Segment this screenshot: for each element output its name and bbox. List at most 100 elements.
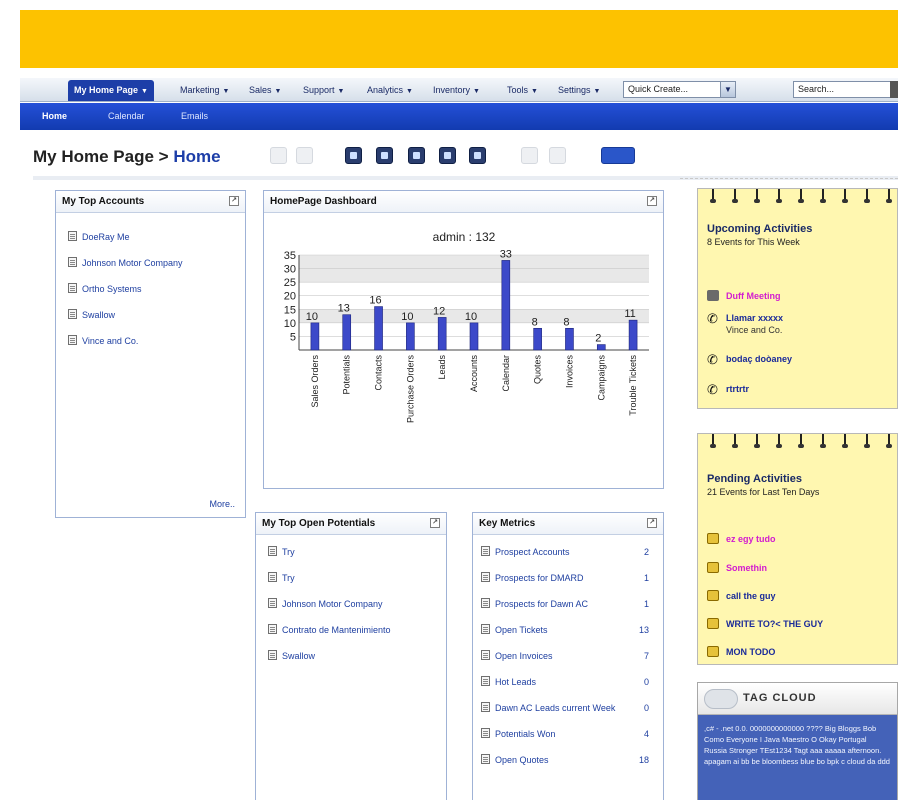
add-icon[interactable]	[270, 147, 287, 164]
list-item[interactable]: Try	[268, 539, 446, 565]
document-icon	[481, 598, 490, 608]
menu-marketing[interactable]: Marketing ▼	[174, 80, 235, 101]
document-icon	[481, 624, 490, 634]
menu-inventory[interactable]: Inventory ▼	[427, 80, 486, 101]
chat-icon[interactable]	[439, 147, 456, 164]
ring-icon	[710, 434, 716, 448]
task-icon	[707, 533, 719, 544]
upcoming-title: Upcoming Activities	[707, 223, 813, 235]
menu-tools[interactable]: Tools ▼	[501, 80, 544, 101]
metric-row[interactable]: Prospects for Dawn AC 1	[481, 591, 663, 617]
category-label: Leads	[437, 355, 447, 380]
maximize-icon[interactable]: ↗	[229, 196, 239, 206]
list-item[interactable]: Swallow	[268, 643, 446, 669]
search-button[interactable]	[890, 81, 898, 98]
calendar-icon[interactable]	[345, 147, 362, 164]
list-item[interactable]: Vince and Co.	[68, 328, 245, 354]
document-icon	[68, 335, 77, 345]
metric-row[interactable]: Open Invoices 7	[481, 643, 663, 669]
tag-cloud-text[interactable]: ,c# - .net 0.0. 0000000000000 ???? Big B…	[698, 715, 897, 800]
activity-item[interactable]: MON TODO	[707, 646, 775, 657]
ring-icon	[820, 434, 826, 448]
document-icon	[481, 676, 490, 686]
task-icon	[707, 562, 719, 573]
y-tick-label: 20	[284, 291, 296, 303]
list-item[interactable]: Try	[268, 565, 446, 591]
activity-item[interactable]: Duff Meeting	[707, 290, 781, 301]
metric-row[interactable]: Hot Leads 0	[481, 669, 663, 695]
subnav-emails[interactable]: Emails	[181, 103, 208, 130]
menu-sales[interactable]: Sales ▼	[243, 80, 287, 101]
ring-icon	[820, 189, 826, 203]
portlet-header: My Top Open Potentials ↗	[256, 513, 446, 535]
list-item[interactable]: Johnson Motor Company	[268, 591, 446, 617]
import-icon[interactable]	[521, 147, 538, 164]
ring-icon	[732, 189, 738, 203]
metric-row[interactable]: Prospect Accounts 2	[481, 539, 663, 565]
calculator-icon[interactable]	[408, 147, 425, 164]
y-tick-label: 30	[284, 264, 296, 276]
pending-activities-notepad: Pending Activities 21 Events for Last Te…	[697, 433, 898, 665]
activity-item[interactable]: call the guy	[707, 590, 776, 601]
main-menu-bar: My Home Page ▼ Marketing ▼ Sales ▼ Support ▼…	[20, 78, 898, 102]
list-item[interactable]: Johnson Motor Company	[68, 250, 245, 276]
tag-cloud-panel: TAG CLOUD ,c# - .net 0.0. 0000000000000 …	[697, 682, 898, 800]
document-icon	[481, 754, 490, 764]
bar	[628, 319, 638, 351]
metric-row[interactable]: Open Quotes 18	[481, 747, 663, 773]
metric-row[interactable]: Open Tickets 13	[481, 617, 663, 643]
subnav-calendar[interactable]: Calendar	[108, 103, 145, 130]
page-title: My Home Page > Home	[33, 147, 221, 166]
list-item[interactable]: Ortho Systems	[68, 276, 245, 302]
maximize-icon[interactable]: ↗	[647, 518, 657, 528]
category-label: Purchase Orders	[405, 355, 415, 424]
menu-support[interactable]: Support ▼	[297, 80, 350, 101]
activity-item[interactable]: Somethin	[707, 562, 767, 573]
activity-item[interactable]: bodaç doòaney	[707, 354, 792, 365]
search-icon[interactable]	[296, 147, 313, 164]
category-label: Quotes	[533, 355, 543, 385]
ring-icon	[842, 189, 848, 203]
bar	[374, 306, 383, 351]
metric-row[interactable]: Prospects for DMARD 1	[481, 565, 663, 591]
notepad-rings	[698, 189, 897, 205]
document-icon	[481, 572, 490, 582]
open-potentials-portlet: My Top Open Potentials ↗ Try Try Johnson …	[255, 512, 447, 800]
maximize-icon[interactable]: ↗	[430, 518, 440, 528]
layout-grid-icon[interactable]	[601, 147, 635, 164]
list-item[interactable]: DoeRay Me	[68, 224, 245, 250]
list-item[interactable]: Contrato de Mantenimiento	[268, 617, 446, 643]
activity-item[interactable]: rtrtrtr	[707, 384, 749, 395]
maximize-icon[interactable]: ↗	[647, 196, 657, 206]
activity-item[interactable]: ez egy tudo	[707, 533, 776, 544]
metric-row[interactable]: Dawn AC Leads current Week 0	[481, 695, 663, 721]
category-label: Trouble Tickets	[628, 355, 638, 416]
list-item[interactable]: Swallow	[68, 302, 245, 328]
metric-row[interactable]: Potentials Won 4	[481, 721, 663, 747]
divider	[680, 178, 898, 179]
ring-icon	[776, 434, 782, 448]
notes-icon[interactable]	[469, 147, 486, 164]
notepad-rings	[698, 434, 897, 450]
dashboard-portlet: HomePage Dashboard ↗ admin : 132 5 10 15 20 25…	[263, 190, 664, 489]
menu-settings[interactable]: Settings ▼	[552, 80, 606, 101]
subnav-home[interactable]: Home	[42, 103, 67, 130]
data-label: 11	[624, 308, 635, 320]
ring-icon	[732, 434, 738, 448]
activity-item[interactable]: Llamar xxxxx	[707, 313, 783, 324]
menu-analytics[interactable]: Analytics ▼	[361, 80, 419, 101]
activity-item[interactable]: WRITE TO?< THE GUY	[707, 618, 823, 629]
bar	[596, 344, 606, 351]
more-link[interactable]: More..	[209, 499, 235, 509]
tag-cloud-header: TAG CLOUD	[698, 683, 897, 715]
portlet-header: My Top Accounts ↗	[56, 191, 245, 213]
document-icon	[268, 572, 277, 582]
search-input[interactable]: Search...	[793, 81, 898, 98]
bar	[565, 327, 574, 351]
category-label: Contacts	[374, 355, 384, 391]
clock-icon[interactable]	[376, 147, 393, 164]
menu-my-home-page[interactable]: My Home Page ▼	[68, 80, 154, 101]
category-label: Sales Orders	[310, 355, 320, 408]
export-icon[interactable]	[549, 147, 566, 164]
quick-create-select[interactable]: Quick Create... ▼	[623, 81, 736, 98]
